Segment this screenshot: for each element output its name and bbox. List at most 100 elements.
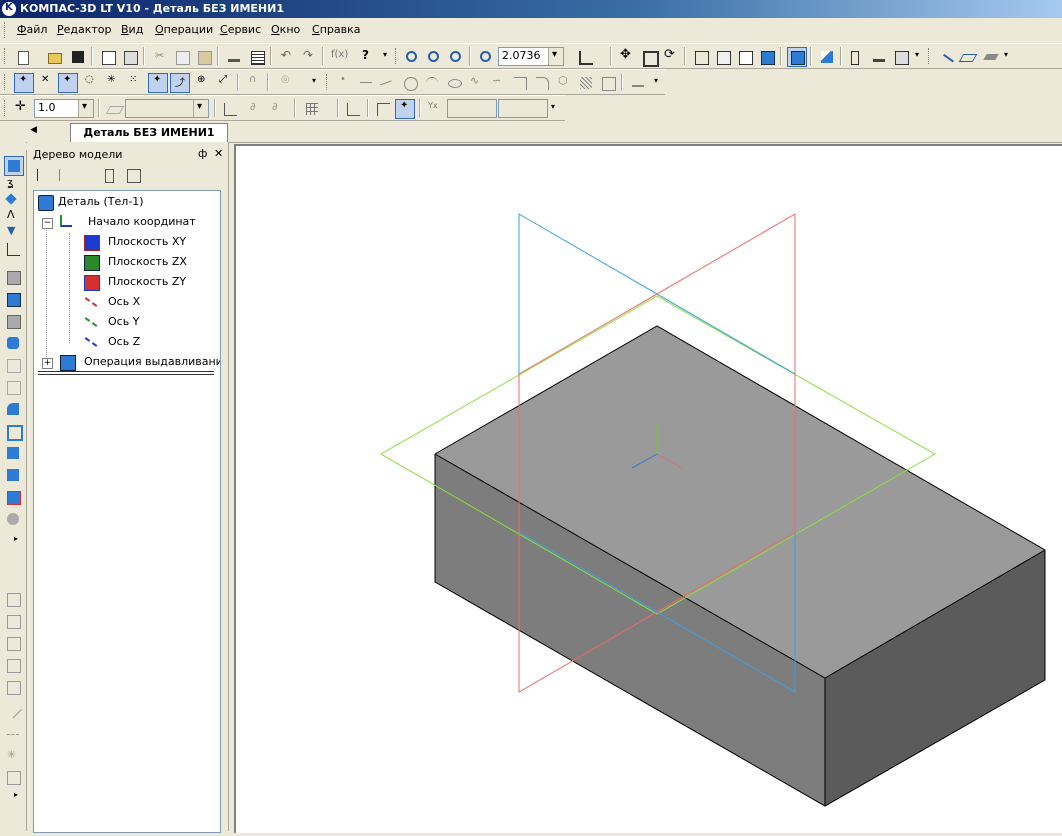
pan-button[interactable]: ✥ [617, 47, 637, 67]
tree-item-origin[interactable]: Начало координат [60, 213, 220, 231]
projection-button[interactable] [628, 73, 648, 93]
cursor-x-field[interactable] [447, 99, 497, 118]
toolbar-more-icon[interactable]: ▾ [551, 102, 558, 116]
menu-editor[interactable]: Редактор [57, 23, 112, 36]
section-op-button[interactable] [4, 466, 22, 484]
tree-structure-button[interactable] [33, 165, 53, 185]
hatch-button[interactable] [576, 73, 596, 93]
snap-middle-button[interactable]: ✦ [58, 73, 78, 93]
cursor-y-field[interactable] [498, 99, 548, 118]
new-document-button[interactable] [14, 47, 34, 67]
hidden-lines-button[interactable] [713, 47, 733, 67]
orient-button[interactable]: ∂ [246, 99, 266, 119]
toolbar-more-icon[interactable]: ▾ [1004, 50, 1011, 64]
zoom-combo[interactable]: 2.0736 [498, 47, 564, 66]
cursor-xy-button[interactable]: Yx [425, 99, 445, 119]
snap-point-on-curve-button[interactable]: ⤴ [170, 73, 190, 93]
rotate-button[interactable]: ⟳ [661, 47, 681, 67]
tree-export-button[interactable] [123, 165, 143, 185]
plane-op-button[interactable] [957, 47, 978, 67]
axis-op-button[interactable] [935, 47, 955, 73]
fillet-button[interactable] [532, 73, 552, 93]
attribute-button[interactable] [4, 768, 22, 786]
no-hidden-lines-button[interactable] [735, 47, 755, 67]
halftone-button[interactable] [757, 47, 777, 67]
tree-item-plane-zx[interactable]: Плоскость ZX [84, 253, 214, 271]
snap-grid-button[interactable]: ⁙ [124, 73, 144, 93]
surface-op-button[interactable] [981, 47, 1001, 67]
step-cursor-button[interactable]: ✛ [12, 99, 32, 119]
chevron-down-icon[interactable] [193, 100, 208, 117]
pin-icon[interactable]: ф [198, 147, 207, 160]
local-cs-button[interactable] [220, 99, 240, 119]
menu-file[interactable]: Файл [17, 23, 47, 36]
toolbar-grip[interactable] [928, 48, 932, 64]
tree-properties-button[interactable] [101, 165, 121, 185]
dimension-op-button[interactable] [4, 700, 22, 719]
shell-button[interactable] [4, 422, 23, 441]
cut-rotate-button[interactable] [4, 378, 22, 396]
zoom-out-button[interactable] [446, 47, 466, 67]
zoom-all-button[interactable] [639, 47, 659, 67]
tab-scroll-left-icon[interactable]: ◀ [30, 125, 37, 135]
polygon-button[interactable]: ⬡ [554, 73, 574, 93]
magnet-button[interactable]: ∩ [244, 73, 264, 93]
chevron-down-icon[interactable] [548, 48, 563, 65]
snap-intersect-button[interactable]: ✕ [36, 73, 56, 93]
tree-item-axis-y[interactable]: Ось Y [84, 313, 214, 331]
print-button[interactable] [120, 47, 140, 67]
snap-tangent-button[interactable]: ◌ [80, 73, 100, 93]
aux-line-button[interactable] [356, 73, 376, 93]
print-preview-button[interactable] [98, 47, 118, 67]
zoom-scale-button[interactable] [476, 47, 496, 67]
table-button[interactable] [247, 47, 267, 67]
undo-button[interactable]: ↶ [277, 47, 297, 67]
parametric-button[interactable]: ∂ [268, 99, 288, 119]
variables-button[interactable]: f(x) [328, 47, 352, 67]
scale-op-button[interactable] [4, 634, 22, 652]
array-button[interactable] [4, 488, 22, 506]
measure-panel-button[interactable] [4, 240, 22, 258]
menu-help[interactable]: Справка [312, 23, 360, 36]
segment-button[interactable] [378, 73, 398, 97]
spline-button[interactable]: ∿ [466, 73, 486, 93]
fillet-op-button[interactable] [4, 400, 22, 418]
snap-align-button[interactable]: ✦ [148, 73, 168, 93]
section-button[interactable] [817, 47, 837, 67]
toolbar-more-icon[interactable]: ▾ [915, 50, 922, 64]
menu-service[interactable]: Сервис [220, 23, 261, 36]
snap-nearest-button[interactable]: ✦ [14, 73, 34, 93]
zoom-in-button[interactable] [424, 47, 444, 67]
circle-button[interactable] [400, 73, 420, 93]
close-icon[interactable]: ✕ [214, 147, 223, 160]
menubar-grip[interactable] [4, 22, 8, 38]
open-button[interactable] [44, 47, 64, 67]
expand-panel-icon[interactable]: ▸ [14, 790, 18, 799]
snap-angle-button[interactable]: ✳ [102, 73, 122, 93]
deform-op-button[interactable] [4, 678, 22, 696]
toolbar-grip[interactable] [395, 48, 399, 64]
snap-settings-button[interactable]: ◎ [276, 73, 302, 93]
rib-button[interactable] [4, 444, 22, 462]
copy-button[interactable] [172, 47, 192, 67]
grid-button[interactable] [302, 99, 330, 119]
menu-window[interactable]: Окно [271, 23, 300, 36]
toolbar-grip[interactable] [4, 100, 8, 116]
coordinates-button[interactable] [343, 99, 363, 119]
hole-button[interactable] [4, 510, 22, 528]
snap-normal-button[interactable]: ⤢ [214, 73, 234, 93]
collapse-toggle-icon[interactable]: − [42, 218, 53, 229]
toolbar-more-icon[interactable]: ▾ [312, 76, 319, 90]
toolbar-grip[interactable] [4, 74, 8, 90]
cut-button[interactable]: ✂ [150, 47, 170, 67]
chevron-down-icon[interactable] [78, 100, 93, 117]
layer-button[interactable] [104, 99, 125, 119]
expand-toggle-icon[interactable]: + [42, 358, 53, 369]
orientation-button[interactable] [575, 47, 603, 67]
zoom-window-button[interactable] [402, 47, 422, 67]
tree-view-button[interactable] [55, 165, 87, 185]
extrude-button[interactable] [4, 268, 22, 286]
toolbar-more-icon[interactable]: ▾ [383, 50, 390, 64]
toolbar-grip[interactable] [4, 48, 8, 64]
paste-button[interactable] [194, 47, 214, 67]
